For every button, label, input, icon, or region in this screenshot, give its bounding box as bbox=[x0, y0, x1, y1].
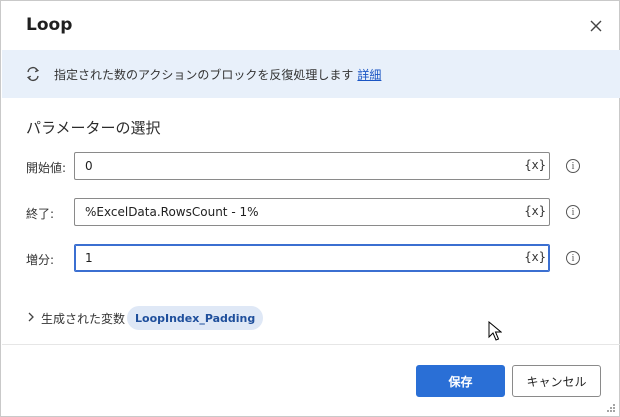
end-value-label: 終了: bbox=[26, 207, 55, 221]
cancel-button[interactable]: キャンセル bbox=[512, 365, 601, 397]
variable-picker-button[interactable]: {x} bbox=[524, 204, 546, 218]
loop-icon bbox=[26, 66, 40, 82]
banner-text: 指定された数のアクションのブロックを反復処理します bbox=[54, 68, 354, 82]
info-banner: 指定された数のアクションのブロックを反復処理します 詳細 bbox=[2, 50, 620, 98]
variable-picker-button[interactable]: {x} bbox=[524, 158, 546, 172]
chevron-right-icon[interactable] bbox=[26, 311, 36, 323]
section-title: パラメーターの選択 bbox=[26, 119, 161, 137]
info-icon[interactable]: i bbox=[566, 205, 580, 219]
resize-grip-icon[interactable] bbox=[604, 401, 616, 413]
generated-variables-toggle[interactable]: 生成された変数 bbox=[41, 310, 125, 327]
step-value-text: 1 bbox=[85, 251, 93, 265]
info-icon[interactable]: i bbox=[566, 159, 580, 173]
dialog-title: Loop bbox=[26, 15, 73, 35]
end-value-text: %ExcelData.RowsCount - 1% bbox=[85, 205, 259, 219]
mouse-cursor-icon bbox=[488, 321, 502, 341]
variable-picker-button[interactable]: {x} bbox=[524, 250, 546, 264]
learn-more-link[interactable]: 詳細 bbox=[357, 68, 381, 82]
footer-divider bbox=[2, 344, 620, 345]
close-icon bbox=[590, 20, 602, 32]
step-label: 増分: bbox=[26, 253, 55, 267]
variable-chip[interactable]: LoopIndex_Padding bbox=[127, 306, 264, 330]
start-value-label: 開始値: bbox=[26, 161, 67, 175]
save-button[interactable]: 保存 bbox=[416, 365, 505, 397]
end-value-field[interactable]: %ExcelData.RowsCount - 1% {x} bbox=[74, 198, 550, 226]
banner-description: 指定された数のアクションのブロックを反復処理します 詳細 bbox=[54, 66, 381, 83]
start-value-text: 0 bbox=[85, 159, 93, 173]
loop-dialog: Loop 指定された数のアクションのブロックを反復処理します 詳細 パラメーターの… bbox=[0, 0, 620, 417]
info-icon[interactable]: i bbox=[566, 251, 580, 265]
start-value-field[interactable]: 0 {x} bbox=[74, 152, 550, 180]
step-field[interactable]: 1 {x} bbox=[74, 244, 550, 272]
close-button[interactable] bbox=[585, 15, 607, 37]
